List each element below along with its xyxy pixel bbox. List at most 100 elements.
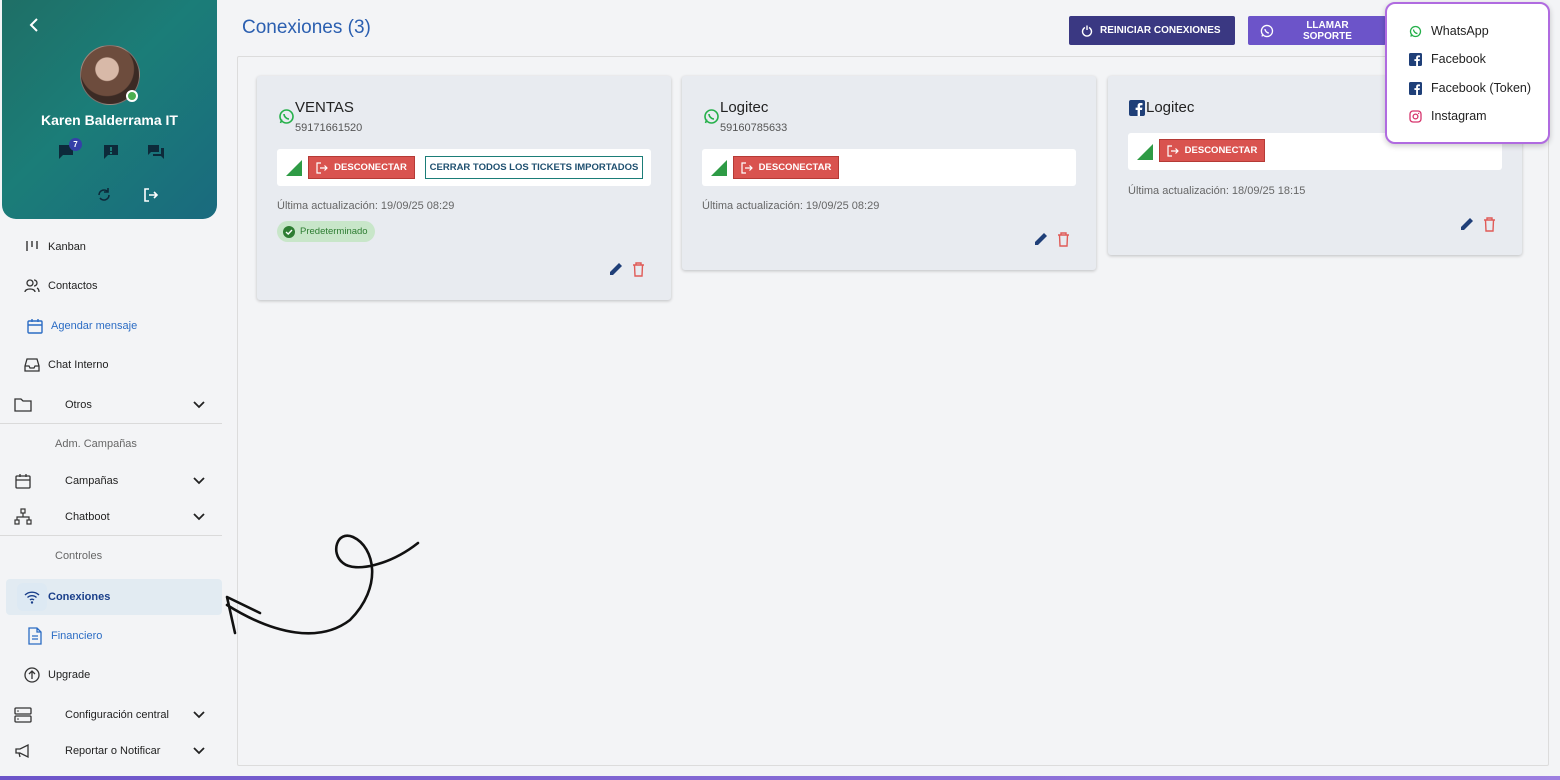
chevron-down-icon[interactable] xyxy=(191,509,207,525)
sidebar-item-label: Kanban xyxy=(48,241,86,253)
call-support-label: LLAMAR SOPORTE xyxy=(1302,19,1352,42)
menu-item-label: Facebook xyxy=(1431,52,1486,66)
page-title: Conexiones (3) xyxy=(242,17,371,38)
divider xyxy=(0,423,222,424)
chevron-down-icon[interactable] xyxy=(191,397,207,413)
sidebar-item-conexiones[interactable]: Conexiones xyxy=(6,579,222,615)
chevron-down-icon[interactable] xyxy=(191,743,207,759)
delete-icon[interactable] xyxy=(1482,216,1497,232)
sidebar-item-label: Conexiones xyxy=(48,591,111,603)
sidebar-item-label: Configuración central xyxy=(65,709,169,721)
menu-item-label: WhatsApp xyxy=(1431,24,1489,38)
delete-icon[interactable] xyxy=(1056,231,1071,247)
whatsapp-icon xyxy=(1409,25,1422,37)
sidebar-item-contactos[interactable]: Contactos xyxy=(0,268,222,304)
call-support-button[interactable]: LLAMAR SOPORTE xyxy=(1248,16,1386,45)
signal-icon xyxy=(711,160,727,176)
logout-icon[interactable] xyxy=(142,186,160,204)
menu-item-facebook[interactable]: Facebook xyxy=(1409,52,1486,66)
sitemap-icon xyxy=(14,508,32,525)
chevron-down-icon[interactable] xyxy=(191,473,207,489)
power-icon xyxy=(1081,25,1093,37)
check-circle-icon xyxy=(283,225,295,238)
default-badge: Predeterminado xyxy=(277,221,375,242)
whatsapp-icon xyxy=(279,109,294,124)
edit-icon[interactable] xyxy=(1459,216,1475,232)
disconnect-label: DESCONECTAR xyxy=(1184,145,1258,156)
inbox-icon xyxy=(24,358,40,372)
menu-item-instagram[interactable]: Instagram xyxy=(1409,109,1487,123)
disconnect-button[interactable]: DESCONECTAR xyxy=(1159,139,1265,162)
connection-name: Logitec xyxy=(720,99,769,116)
sidebar-item-label: Chatboot xyxy=(65,511,110,523)
sidebar-item-label: Agendar mensaje xyxy=(51,320,138,332)
logout-icon xyxy=(1167,144,1179,157)
edit-icon[interactable] xyxy=(608,261,624,277)
default-label: Predeterminado xyxy=(300,226,368,237)
notification-badge: 7 xyxy=(69,138,82,151)
connection-card: Logitec 59160785633 DESCONECTAR Última a… xyxy=(682,76,1096,270)
sidebar-item-configuracion-central[interactable]: Configuración central xyxy=(0,697,222,733)
menu-item-label: Instagram xyxy=(1431,109,1487,123)
menu-item-facebook-token[interactable]: Facebook (Token) xyxy=(1409,81,1531,95)
sidebar-item-label: Reportar o Notificar xyxy=(65,745,161,757)
document-icon xyxy=(28,627,42,645)
online-status-dot xyxy=(126,90,138,102)
sidebar-item-label: Contactos xyxy=(48,280,98,292)
last-updated: Última actualización: 19/09/25 08:29 xyxy=(277,200,455,212)
upgrade-icon xyxy=(24,667,40,683)
wifi-icon xyxy=(24,591,40,604)
whatsapp-icon xyxy=(1260,24,1274,37)
sidebar-item-label: Campañas xyxy=(65,475,119,487)
refresh-icon[interactable] xyxy=(95,186,113,204)
sidebar-item-label: Upgrade xyxy=(48,669,91,681)
annotation-arrow xyxy=(225,534,420,635)
disconnect-label: DESCONECTAR xyxy=(758,162,832,173)
chevron-down-icon[interactable] xyxy=(191,707,207,723)
divider xyxy=(0,535,222,536)
delete-icon[interactable] xyxy=(631,261,646,277)
megaphone-icon xyxy=(15,743,29,759)
folder-icon xyxy=(14,398,32,412)
kanban-icon xyxy=(26,241,38,251)
profile-name: Karen Balderrama IT xyxy=(41,112,178,128)
sidebar-item-chat-interno[interactable]: Chat Interno xyxy=(0,347,222,383)
connection-phone: 59160785633 xyxy=(720,122,788,134)
close-imported-tickets-button[interactable]: CERRAR TODOS LOS TICKETS IMPORTADOS xyxy=(425,156,643,179)
connection-name: VENTAS xyxy=(295,99,354,116)
edit-icon[interactable] xyxy=(1033,231,1049,247)
signal-icon xyxy=(286,160,302,176)
section-label-campaigns: Adm. Campañas xyxy=(55,438,137,450)
feedback-icon[interactable] xyxy=(102,143,120,161)
forum-icon[interactable] xyxy=(147,143,165,161)
menu-item-whatsapp[interactable]: WhatsApp xyxy=(1409,24,1489,38)
connection-name: Logitec xyxy=(1146,99,1195,116)
logout-icon xyxy=(316,161,329,174)
whatsapp-icon xyxy=(704,109,719,124)
menu-item-label: Facebook (Token) xyxy=(1431,81,1532,95)
facebook-icon xyxy=(1409,81,1422,95)
facebook-icon xyxy=(1129,100,1145,116)
sidebar-item-agendar-mensaje[interactable]: Agendar mensaje xyxy=(0,308,222,344)
sidebar-item-chatboot[interactable]: Chatboot xyxy=(0,499,222,535)
connection-action-bar: DESCONECTAR CERRAR TODOS LOS TICKETS IMP… xyxy=(277,149,651,186)
restart-connections-button[interactable]: REINICIAR CONEXIONES xyxy=(1069,16,1235,45)
sidebar-item-financiero[interactable]: Financiero xyxy=(0,618,222,654)
calendar-icon xyxy=(15,474,31,489)
sidebar-item-campanas[interactable]: Campañas xyxy=(0,463,222,499)
sidebar-item-kanban[interactable]: Kanban xyxy=(0,229,222,265)
restart-connections-label: REINICIAR CONEXIONES xyxy=(1100,25,1221,36)
logout-icon xyxy=(741,161,753,174)
dark-mode-icon[interactable] xyxy=(59,186,77,204)
sidebar-item-otros[interactable]: Otros xyxy=(0,387,222,423)
back-chevron-icon[interactable] xyxy=(24,14,44,36)
signal-icon xyxy=(1137,144,1153,160)
facebook-icon xyxy=(1409,52,1422,66)
disconnect-button[interactable]: DESCONECTAR xyxy=(308,156,415,179)
sidebar-item-upgrade[interactable]: Upgrade xyxy=(0,657,222,693)
disconnect-button[interactable]: DESCONECTAR xyxy=(733,156,839,179)
sidebar-item-reportar[interactable]: Reportar o Notificar xyxy=(0,733,222,769)
disconnect-label: DESCONECTAR xyxy=(334,162,407,173)
server-icon xyxy=(14,707,32,723)
profile-panel: Karen Balderrama IT 7 xyxy=(2,0,217,219)
